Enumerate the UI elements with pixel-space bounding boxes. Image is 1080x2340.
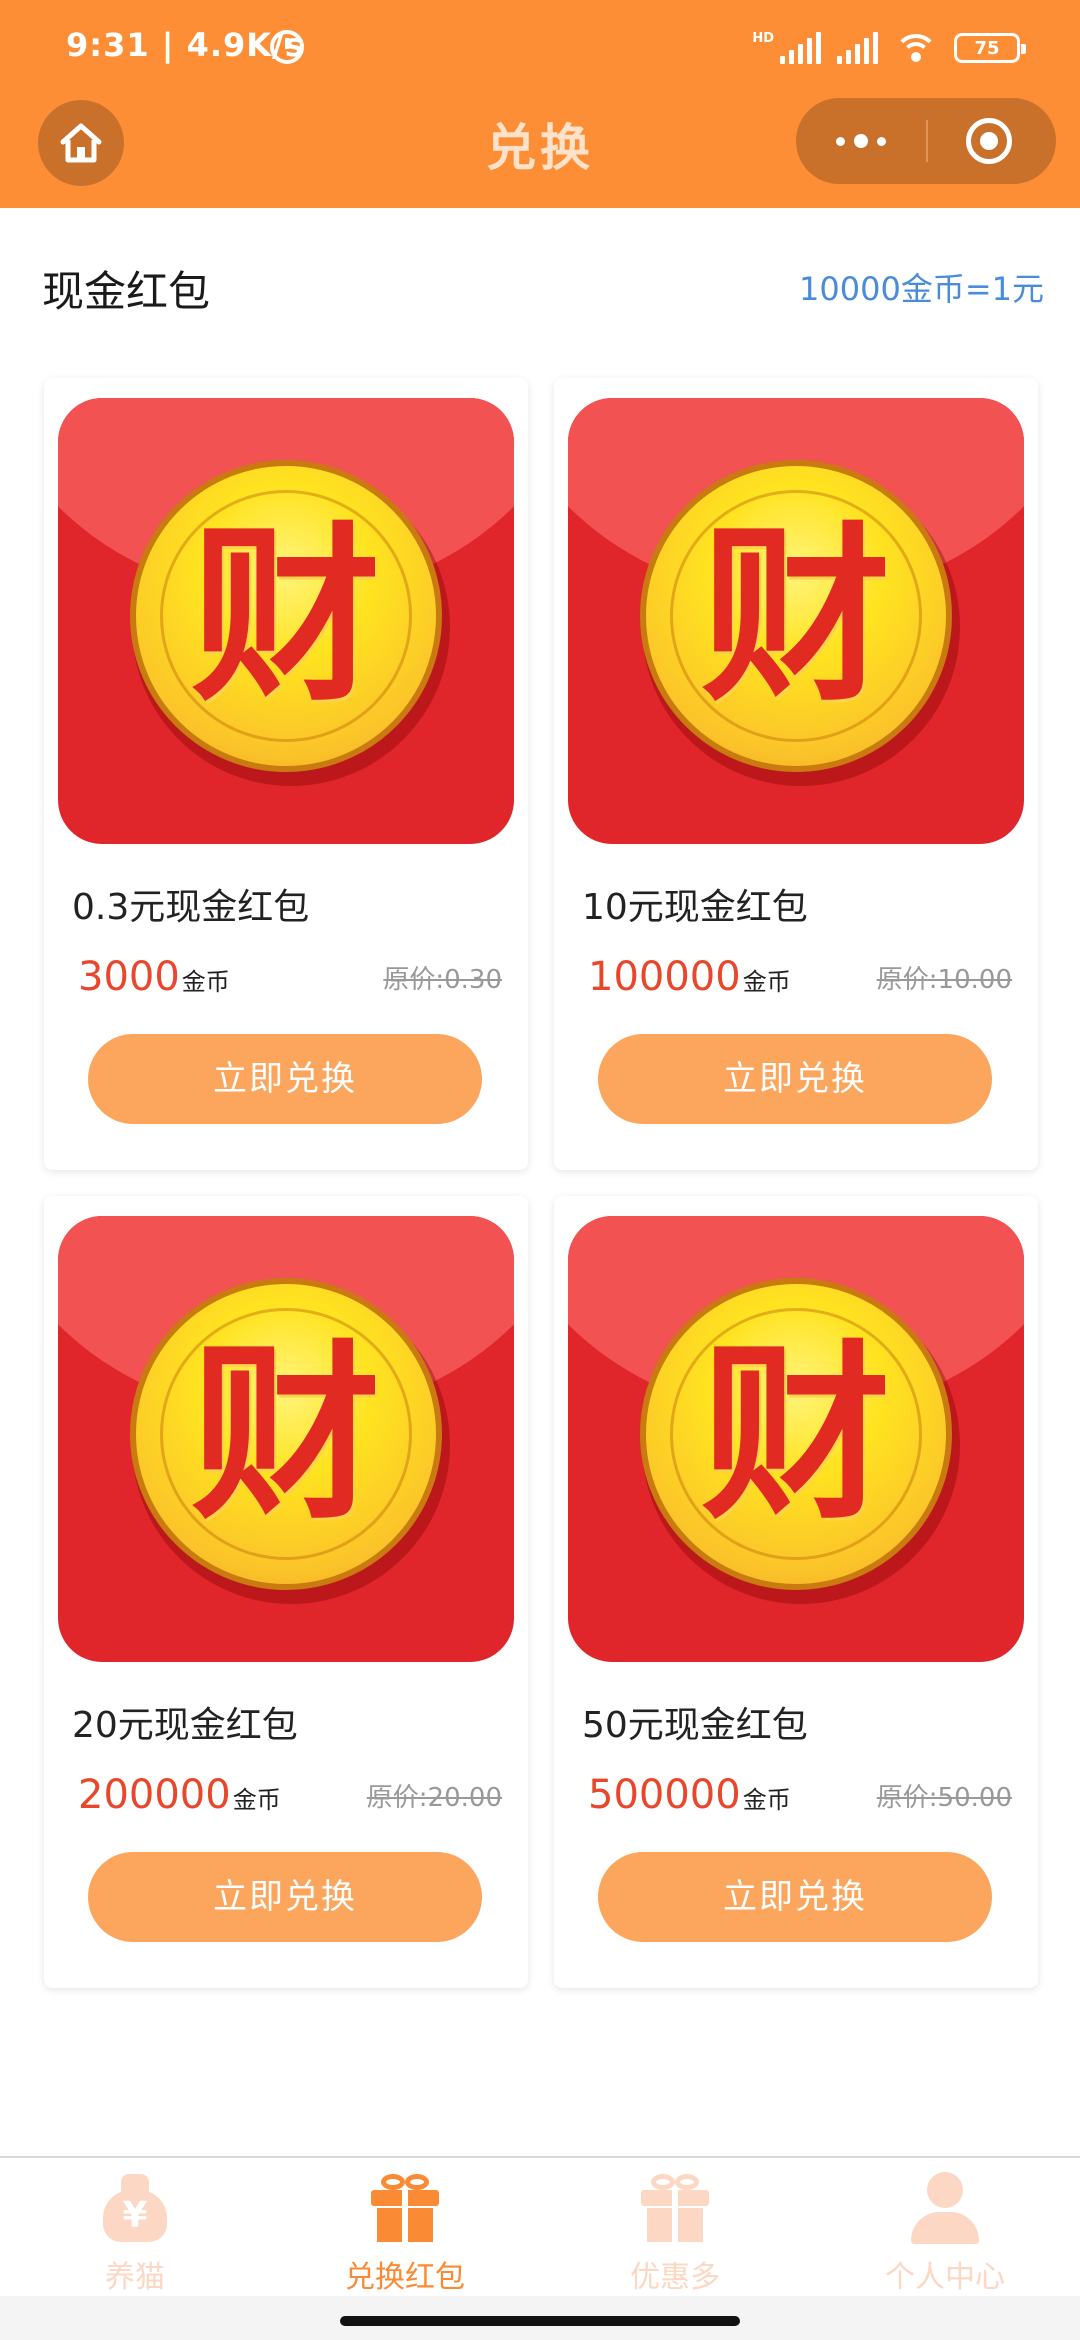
top-bar: 9:31 | 4.9K/s HD 75 兑换 [0, 0, 1080, 208]
cai-coin-glyph: 财 [700, 504, 891, 727]
price-row: 200000金币 原价:20.00 [78, 1768, 502, 1818]
tab-discounts[interactable]: 优惠多 [540, 2158, 810, 2296]
coin-amount: 200000 [78, 1772, 231, 1818]
product-name: 20元现金红包 [72, 1705, 298, 1746]
exchange-rate: 10000金币=1元 [799, 270, 1044, 308]
product-card: 财 0.3元现金红包 3000金币 原价:0.30 立即兑换 [44, 378, 528, 1170]
price-row: 500000金币 原价:50.00 [588, 1768, 1012, 1818]
coin-price: 500000金币 [588, 1772, 791, 1818]
bottom-tab-bar: ¥ 养猫 兑换红包 优惠多 个人中心 [0, 2156, 1080, 2296]
hd-badge: HD [752, 30, 774, 46]
tab-raise-cat[interactable]: ¥ 养猫 [0, 2158, 270, 2296]
redeem-button[interactable]: 立即兑换 [598, 1852, 992, 1942]
home-indicator[interactable] [340, 2316, 740, 2326]
more-dot-icon [836, 136, 845, 146]
tab-label: 养猫 [105, 2260, 165, 2295]
product-grid: 财 0.3元现金红包 3000金币 原价:0.30 立即兑换 财 10元现金红包… [44, 378, 1038, 1988]
tab-personal-center[interactable]: 个人中心 [810, 2158, 1080, 2296]
signal-icon [780, 32, 821, 64]
coin-amount: 500000 [588, 1772, 741, 1818]
product-card: 财 20元现金红包 200000金币 原价:20.00 立即兑换 [44, 1196, 528, 1988]
mini-program-capsule [796, 98, 1056, 184]
coin-unit: 金币 [232, 1786, 281, 1814]
tab-label: 兑换红包 [345, 2260, 465, 2295]
price-row: 100000金币 原价:10.00 [588, 950, 1012, 1000]
product-name: 10元现金红包 [582, 887, 808, 928]
section-title: 现金红包 [42, 267, 211, 316]
red-envelope-image: 财 [568, 398, 1024, 844]
cai-coin-glyph: 财 [190, 504, 381, 727]
coin-unit: 金币 [742, 1786, 791, 1814]
coin-price: 200000金币 [78, 1772, 281, 1818]
person-icon [909, 2172, 981, 2244]
close-target-icon[interactable] [966, 118, 1012, 164]
gift-icon [369, 2172, 441, 2242]
wifi-icon [894, 32, 938, 64]
signal-icon-2 [837, 32, 878, 64]
red-envelope-image: 财 [58, 398, 514, 844]
coin-price: 100000金币 [588, 954, 791, 1000]
battery-level: 75 [974, 37, 1000, 59]
price-row: 3000金币 原价:0.30 [78, 950, 502, 1000]
original-price: 原价:20.00 [366, 1783, 502, 1813]
product-name: 0.3元现金红包 [72, 887, 310, 928]
status-time: 9:31 | 4.9K/s [66, 26, 305, 64]
capsule-divider [926, 120, 928, 162]
tab-label: 优惠多 [630, 2260, 720, 2295]
money-bag-icon: ¥ [99, 2172, 171, 2242]
original-price: 原价:50.00 [876, 1783, 1012, 1813]
coin-price: 3000金币 [78, 954, 230, 1000]
product-card: 财 10元现金红包 100000金币 原价:10.00 立即兑换 [554, 378, 1038, 1170]
coin-amount: 3000 [78, 954, 180, 1000]
red-envelope-image: 财 [568, 1216, 1024, 1662]
redeem-button[interactable]: 立即兑换 [88, 1034, 482, 1124]
original-price: 原价:10.00 [876, 965, 1012, 995]
more-dot-icon [877, 136, 886, 146]
redeem-button[interactable]: 立即兑换 [598, 1034, 992, 1124]
product-card: 财 50元现金红包 500000金币 原价:50.00 立即兑换 [554, 1196, 1038, 1988]
cai-coin-glyph: 财 [700, 1322, 891, 1545]
alarm-icon [270, 30, 304, 64]
more-button[interactable] [796, 98, 926, 184]
tab-redeem-red-packet[interactable]: 兑换红包 [270, 2158, 540, 2296]
status-icons: HD 75 [752, 28, 1026, 68]
more-dot-icon [854, 134, 868, 148]
product-name: 50元现金红包 [582, 1705, 808, 1746]
tab-label: 个人中心 [885, 2260, 1005, 2295]
coin-unit: 金币 [181, 968, 230, 996]
coin-unit: 金币 [742, 968, 791, 996]
status-bar: 9:31 | 4.9K/s HD 75 [0, 0, 1080, 90]
coin-amount: 100000 [588, 954, 741, 1000]
red-envelope-image: 财 [58, 1216, 514, 1662]
cai-coin-glyph: 财 [190, 1322, 381, 1545]
original-price: 原价:0.30 [383, 965, 502, 995]
battery-icon: 75 [954, 33, 1026, 63]
redeem-button[interactable]: 立即兑换 [88, 1852, 482, 1942]
gift-icon [639, 2172, 711, 2242]
